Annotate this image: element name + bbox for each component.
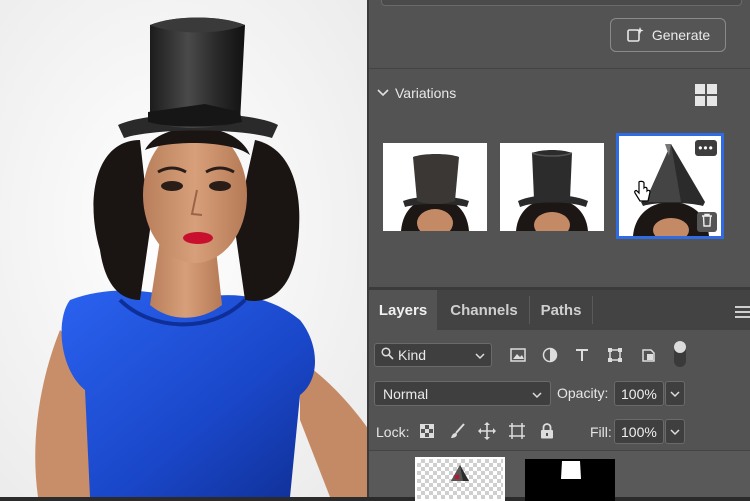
prompt-field[interactable] xyxy=(381,0,742,6)
chevron-down-icon xyxy=(670,428,680,435)
lock-all-icon[interactable] xyxy=(537,421,557,441)
generate-button[interactable]: Generate xyxy=(610,18,726,52)
lock-transparent-pixels-icon[interactable] xyxy=(417,421,437,441)
lock-artboard-icon[interactable] xyxy=(507,421,527,441)
fill-label: Fill: xyxy=(590,424,612,440)
variations-header[interactable]: Variations xyxy=(377,85,456,101)
layer-mask-thumbnail[interactable] xyxy=(525,459,615,501)
lock-image-pixels-icon[interactable] xyxy=(448,421,468,441)
grid-view-icon[interactable] xyxy=(695,84,717,106)
blend-mode-select[interactable]: Normal xyxy=(374,381,551,406)
delete-variation-button[interactable] xyxy=(697,212,717,232)
chevron-down-icon xyxy=(532,386,542,402)
pixel-layer-filter-icon[interactable] xyxy=(508,345,528,365)
layer-thumbnail[interactable] xyxy=(415,457,505,501)
photo-image xyxy=(0,0,369,497)
lock-label: Lock: xyxy=(376,424,410,440)
fill-value: 100% xyxy=(621,423,657,440)
filter-toggle[interactable] xyxy=(674,341,686,367)
fill-field[interactable]: 100% xyxy=(614,419,664,444)
opacity-field[interactable]: 100% xyxy=(614,381,664,406)
search-icon xyxy=(381,347,394,363)
variations-title: Variations xyxy=(395,85,457,101)
variation-thumbnail-1[interactable] xyxy=(383,143,487,231)
opacity-value: 100% xyxy=(621,385,657,402)
tab-paths[interactable]: Paths xyxy=(530,290,592,330)
variation-thumbnail-3[interactable]: ••• xyxy=(616,133,724,239)
properties-panel: Generate Variations ••• Layers Channels … xyxy=(369,0,750,501)
generate-label: Generate xyxy=(651,27,711,43)
opacity-dropdown-button[interactable] xyxy=(665,381,685,406)
tab-channels[interactable]: Channels xyxy=(439,290,529,330)
layers-tabbar: Layers Channels Paths xyxy=(369,290,750,330)
lock-position-icon[interactable] xyxy=(477,421,497,441)
shape-layer-filter-icon[interactable] xyxy=(605,345,625,365)
smart-object-filter-icon[interactable] xyxy=(639,345,659,365)
chevron-down-icon xyxy=(475,347,485,363)
opacity-label: Opacity: xyxy=(557,385,609,401)
adjustment-layer-filter-icon[interactable] xyxy=(540,345,560,365)
fill-dropdown-button[interactable] xyxy=(665,419,685,444)
document-canvas[interactable] xyxy=(0,0,369,497)
blend-mode-value: Normal xyxy=(383,385,429,402)
chevron-down-icon xyxy=(670,390,680,397)
trash-icon xyxy=(701,213,713,232)
chevron-down-icon xyxy=(377,85,389,101)
generate-icon xyxy=(626,26,644,44)
layer-filter-select[interactable]: Kind xyxy=(374,343,492,367)
more-options-button[interactable]: ••• xyxy=(695,140,717,156)
tab-separator xyxy=(592,296,593,324)
filter-kind-label: Kind xyxy=(398,347,427,363)
variation-thumbnail-2[interactable] xyxy=(500,143,604,231)
panel-menu-icon[interactable] xyxy=(735,306,750,321)
divider xyxy=(369,68,750,69)
tab-layers[interactable]: Layers xyxy=(369,290,437,330)
hand-cursor-icon xyxy=(633,180,653,209)
layer-row[interactable] xyxy=(369,451,750,501)
type-layer-filter-icon[interactable] xyxy=(572,345,592,365)
